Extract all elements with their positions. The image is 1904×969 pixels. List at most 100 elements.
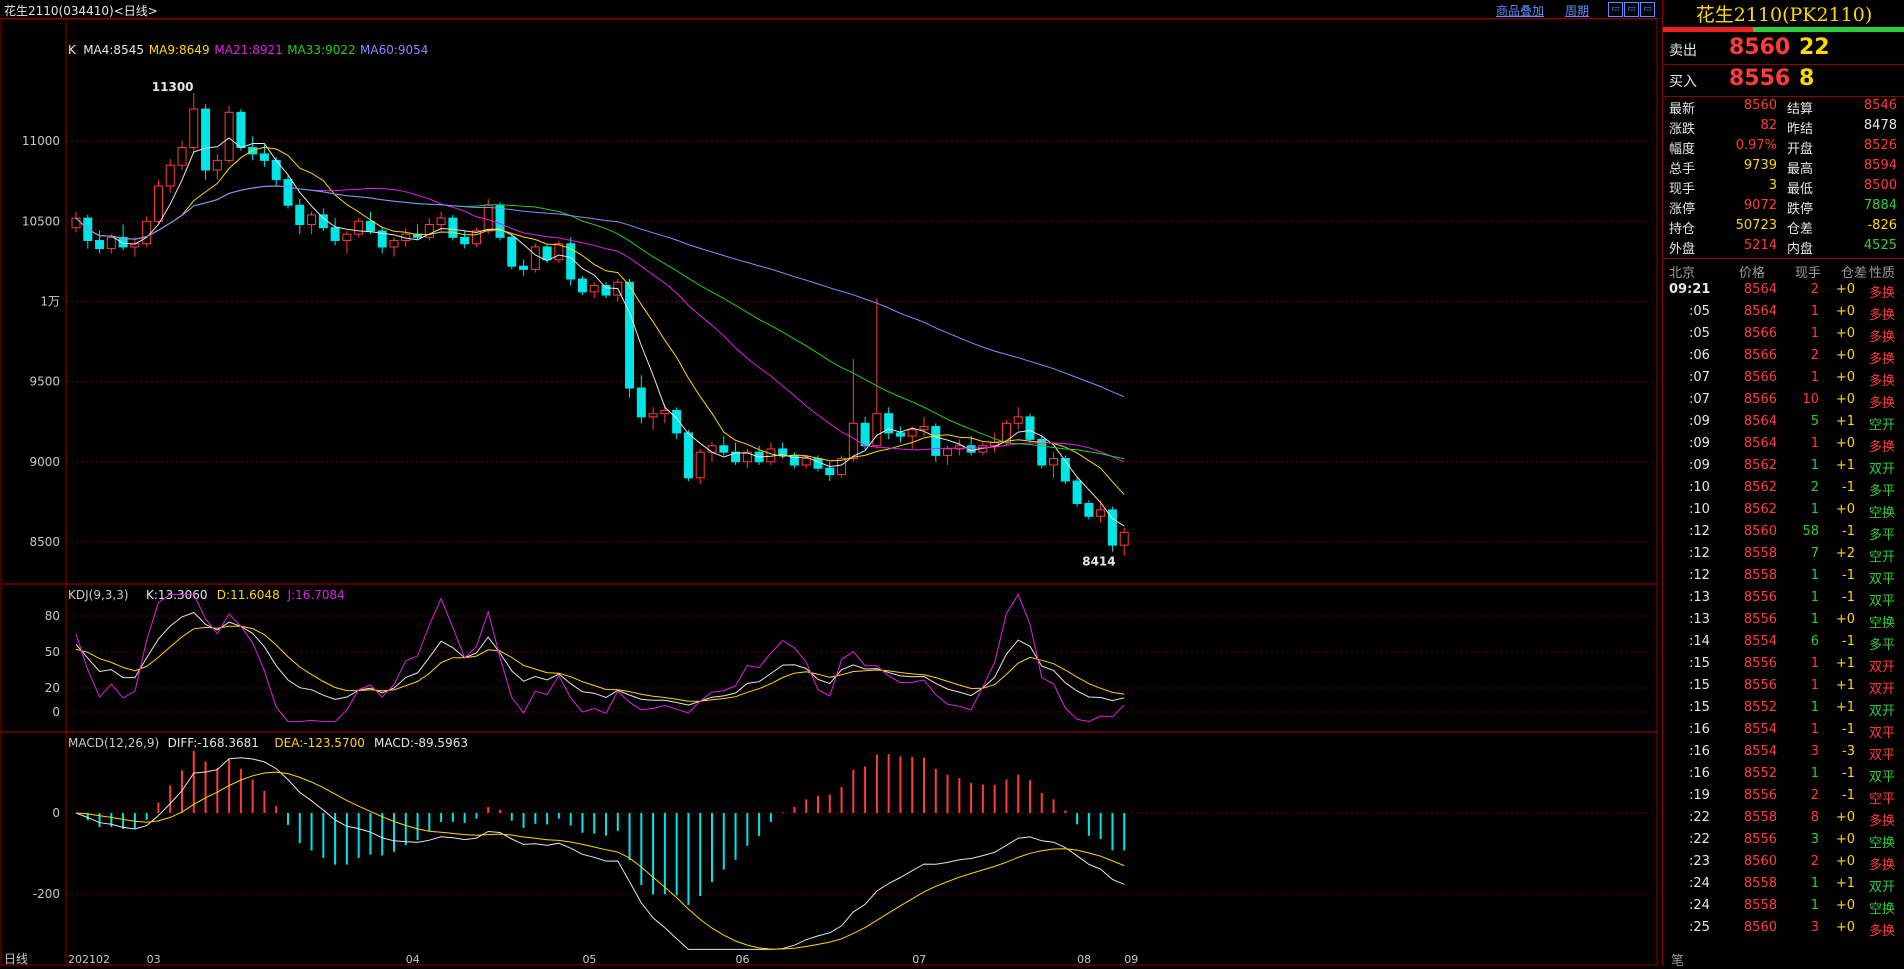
candle-body: [1084, 502, 1094, 517]
sell-price[interactable]: 8560: [1729, 35, 1790, 60]
tick-time: :07: [1689, 392, 1710, 407]
tick-price: 8564: [1743, 304, 1777, 319]
kdj-tick-label: 20: [45, 681, 60, 695]
tick-oi-change: +1: [1835, 876, 1855, 891]
x-month-label: 08: [1077, 953, 1091, 966]
candle-body: [307, 214, 317, 226]
stat-value: 8594: [1863, 158, 1897, 173]
tick-time: :05: [1689, 304, 1710, 319]
candle-body: [507, 236, 517, 267]
stat-label: 现手: [1669, 182, 1696, 197]
tick-price: 8554: [1743, 744, 1777, 759]
candle-body: [189, 108, 199, 149]
low-price-mark: 8414: [1082, 555, 1115, 569]
tick-volume: 1: [1810, 502, 1819, 517]
candle-body: [660, 409, 670, 415]
stat-label: 涨停: [1669, 202, 1696, 217]
period-link[interactable]: 周期: [1565, 2, 1589, 19]
tick-oi-change: -1: [1842, 766, 1855, 781]
kdj-j-line: [75, 593, 1125, 723]
buy-ratio-fill: [1663, 27, 1753, 32]
tick-price: 8562: [1743, 458, 1777, 473]
candle-body: [636, 387, 646, 418]
buy-price[interactable]: 8556: [1729, 66, 1790, 91]
candle-body: [1096, 509, 1106, 517]
tick-price: 8556: [1743, 678, 1777, 693]
tick-nature: 多换: [1869, 308, 1896, 323]
tick-price: 8554: [1743, 634, 1777, 649]
x-month-label: 07: [912, 953, 926, 966]
layout-button-2[interactable]: ▭: [1624, 2, 1639, 17]
tick-nature: 双平: [1869, 726, 1896, 741]
tick-time: :13: [1689, 612, 1710, 627]
tick-time: :09: [1689, 436, 1710, 451]
tick-nature: 多换: [1869, 374, 1896, 389]
ma21-line: [75, 185, 1125, 463]
chart-frame: [0, 19, 1658, 966]
tick-volume: 3: [1810, 920, 1819, 935]
tick-time: :12: [1689, 546, 1710, 561]
stat-label: 持仓: [1669, 222, 1696, 237]
tick-nature: 多换: [1869, 858, 1896, 873]
tick-volume: 1: [1810, 898, 1819, 913]
macd-tick-label: -200: [33, 887, 60, 901]
layout-button-1[interactable]: ▭: [1608, 2, 1623, 17]
tick-oi-change: +0: [1835, 832, 1855, 847]
high-price-mark: 11300: [152, 80, 194, 94]
candle-body: [354, 220, 364, 235]
stat-value: 3: [1768, 178, 1777, 193]
buy-label: 买入: [1669, 74, 1697, 90]
stat-label: 结算: [1787, 102, 1814, 117]
divider: [1663, 96, 1904, 97]
candle-body: [589, 284, 599, 293]
tick-nature: 空换: [1869, 902, 1896, 917]
tick-volume: 1: [1810, 678, 1819, 693]
tick-volume: 10: [1802, 392, 1819, 407]
divider: [1663, 258, 1904, 259]
price-tick-label: 8500: [29, 535, 60, 549]
candle-body: [448, 217, 458, 238]
window-title: 花生2110(034410)<日线>: [4, 4, 158, 18]
tick-price: 8564: [1743, 282, 1777, 297]
candle-body: [825, 467, 835, 476]
overlay-commodity-link[interactable]: 商品叠加: [1496, 2, 1544, 19]
stat-label: 外盘: [1669, 242, 1696, 257]
stat-label: 最低: [1787, 182, 1814, 197]
ma-legend-item: MA33:9022: [287, 43, 355, 57]
tick-nature: 双开: [1869, 704, 1896, 719]
kdj-legend-item: J:16.7084: [287, 588, 345, 602]
candle-body: [1013, 416, 1023, 424]
tick-price: 8560: [1743, 524, 1777, 539]
price-tick-label: 11000: [22, 134, 60, 148]
kline-chart[interactable]: 11000 10500 1万 9500 9000 8500 K MA4:8545 MA9:864…: [0, 19, 1660, 966]
x-month-label: 202102: [68, 953, 110, 966]
sell-label: 卖出: [1669, 43, 1697, 59]
tick-oi-change: +0: [1835, 326, 1855, 341]
tick-time: 09:21: [1669, 282, 1711, 297]
tick-volume: 1: [1810, 436, 1819, 451]
candle-body: [801, 458, 811, 466]
quote-panel: 花生2110(PK2110) 卖出 8560 22 买入 8556 8 笔 最新…: [1662, 0, 1904, 969]
tick-time: :06: [1689, 348, 1710, 363]
candle-body: [683, 432, 693, 479]
macd-legend-item: DIFF:-168.3681: [168, 736, 259, 750]
tick-oi-change: +0: [1835, 854, 1855, 869]
x-month-label: 04: [406, 953, 420, 966]
candle-body: [1025, 416, 1035, 440]
tick-time: :25: [1689, 920, 1710, 935]
layout-button-3[interactable]: ▭: [1640, 2, 1655, 17]
tick-price: 8558: [1743, 898, 1777, 913]
tick-time: :15: [1689, 700, 1710, 715]
tick-volume: 1: [1810, 370, 1819, 385]
tick-volume: 1: [1810, 876, 1819, 891]
stat-value: 50723: [1735, 218, 1777, 233]
ma60-line: [75, 185, 1125, 398]
tick-nature: 双开: [1869, 462, 1896, 477]
tick-time: :09: [1689, 414, 1710, 429]
tick-nature: 双开: [1869, 660, 1896, 675]
chart-area[interactable]: 11000 10500 1万 9500 9000 8500 K MA4:8545 MA9:864…: [0, 19, 1660, 966]
stat-value: 9739: [1743, 158, 1777, 173]
stat-label: 涨跌: [1669, 122, 1696, 137]
chart-title-bar: [0, 0, 1660, 19]
candle-body: [342, 233, 352, 242]
